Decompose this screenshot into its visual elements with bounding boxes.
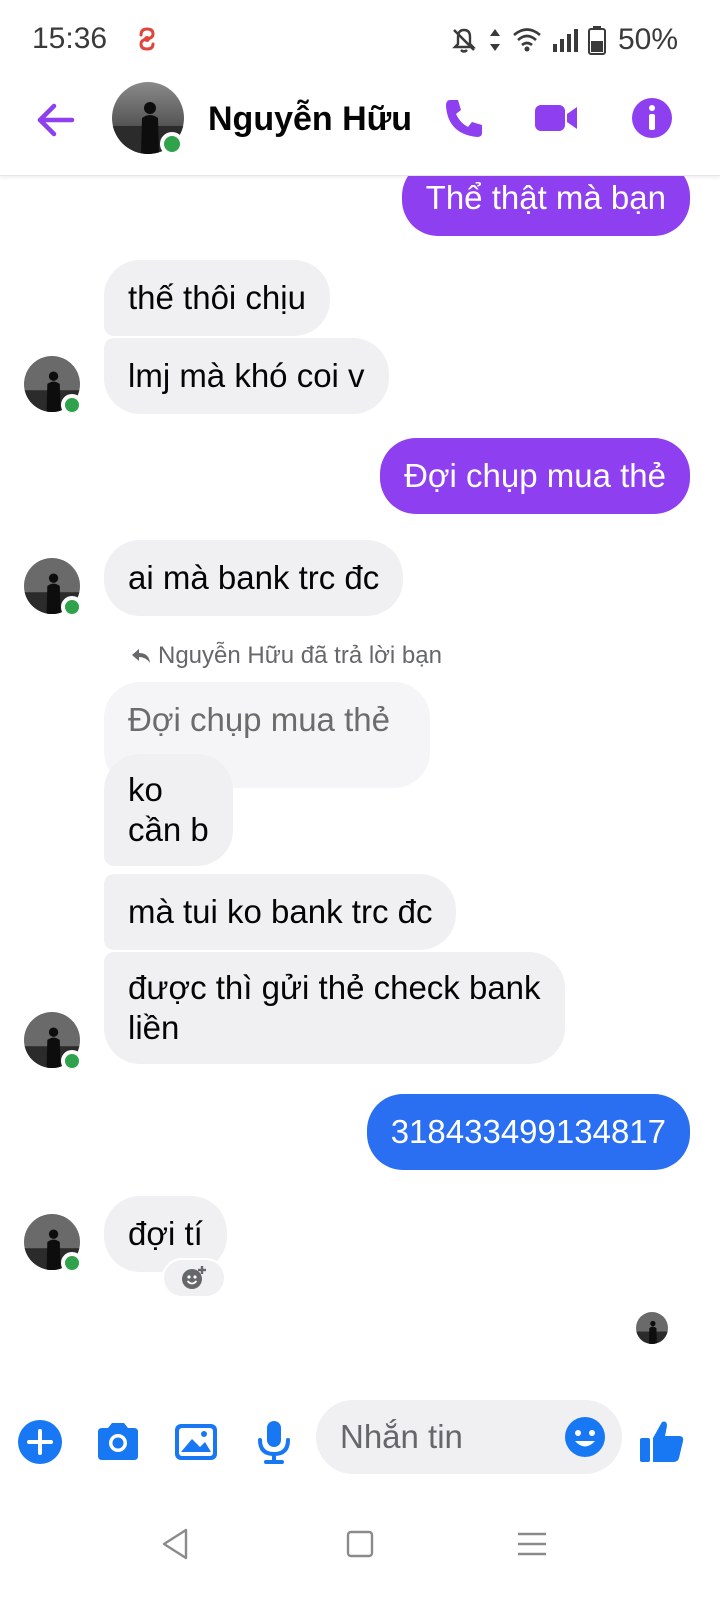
message-composer: Nhắn tin: [0, 1396, 720, 1496]
message-received[interactable]: được thì gửi thẻ check bank liền: [104, 952, 565, 1064]
nav-back-icon[interactable]: [156, 1524, 196, 1564]
online-indicator: [61, 596, 83, 618]
online-indicator: [160, 132, 184, 156]
reply-arrow-icon: [132, 649, 150, 663]
message-line: được thì gửi thẻ check bank: [128, 969, 541, 1006]
contact-name[interactable]: Nguyễn Hữu: [208, 100, 412, 139]
message-input[interactable]: Nhắn tin: [316, 1400, 622, 1474]
message-received[interactable]: ko cần b: [104, 754, 233, 866]
message-sent[interactable]: Thể thật mà bạn: [401, 176, 690, 236]
message-list[interactable]: Thể thật mà bạn thế thôi chịu lmj mà khó…: [0, 176, 720, 1396]
battery-percent: 50%: [617, 23, 678, 56]
seen-avatar: [636, 1312, 668, 1344]
conversation-header: Nguyễn Hữu: [0, 80, 720, 176]
add-icon[interactable]: [14, 1416, 66, 1468]
add-reaction-button[interactable]: [162, 1258, 226, 1298]
microphone-icon[interactable]: [248, 1416, 300, 1468]
emoji-icon[interactable]: [562, 1414, 608, 1460]
app-notification-icon: [139, 27, 155, 51]
gallery-icon[interactable]: [170, 1416, 222, 1468]
reply-note: Nguyễn Hữu đã trả lời bạn: [130, 642, 442, 670]
online-indicator: [61, 1252, 83, 1274]
nav-recents-icon[interactable]: [512, 1524, 552, 1564]
add-reaction-icon: [182, 1266, 206, 1289]
message-line: cần b: [128, 811, 209, 848]
message-line: ko: [128, 771, 163, 808]
phone-icon[interactable]: [440, 94, 488, 142]
message-sent[interactable]: Đợi chụp mua thẻ: [380, 438, 690, 514]
online-indicator: [61, 1050, 83, 1072]
back-arrow-icon[interactable]: [34, 98, 78, 142]
battery-icon: [587, 26, 606, 55]
status-time: 15:36: [32, 22, 108, 55]
message-received[interactable]: mà tui ko bank trc đc: [104, 874, 457, 950]
notifications-off-icon: [452, 28, 476, 53]
system-navigation-bar: [0, 1496, 720, 1600]
data-arrows-icon: [489, 29, 500, 51]
camera-icon[interactable]: [92, 1416, 144, 1468]
message-line: liền: [128, 1009, 180, 1046]
message-received[interactable]: lmj mà khó coi v: [104, 338, 389, 414]
online-indicator: [61, 394, 83, 416]
status-icons: 50%: [450, 20, 678, 60]
video-camera-icon[interactable]: [532, 94, 580, 142]
avatar-image: [636, 1312, 668, 1344]
message-input-placeholder: Nhắn tin: [340, 1418, 463, 1455]
message-sent[interactable]: 318433499134817: [366, 1094, 690, 1170]
status-bar: 15:36 50%: [0, 0, 720, 80]
info-icon[interactable]: [628, 94, 676, 142]
reply-note-text: Nguyễn Hữu đã trả lời bạn: [158, 642, 442, 669]
signal-icon: [552, 29, 578, 52]
wifi-icon: [513, 28, 541, 52]
message-received[interactable]: thế thôi chịu: [104, 260, 330, 336]
message-received[interactable]: ai mà bank trc đc: [104, 540, 404, 616]
nav-home-icon[interactable]: [340, 1524, 380, 1564]
thumbs-up-icon[interactable]: [636, 1416, 688, 1468]
